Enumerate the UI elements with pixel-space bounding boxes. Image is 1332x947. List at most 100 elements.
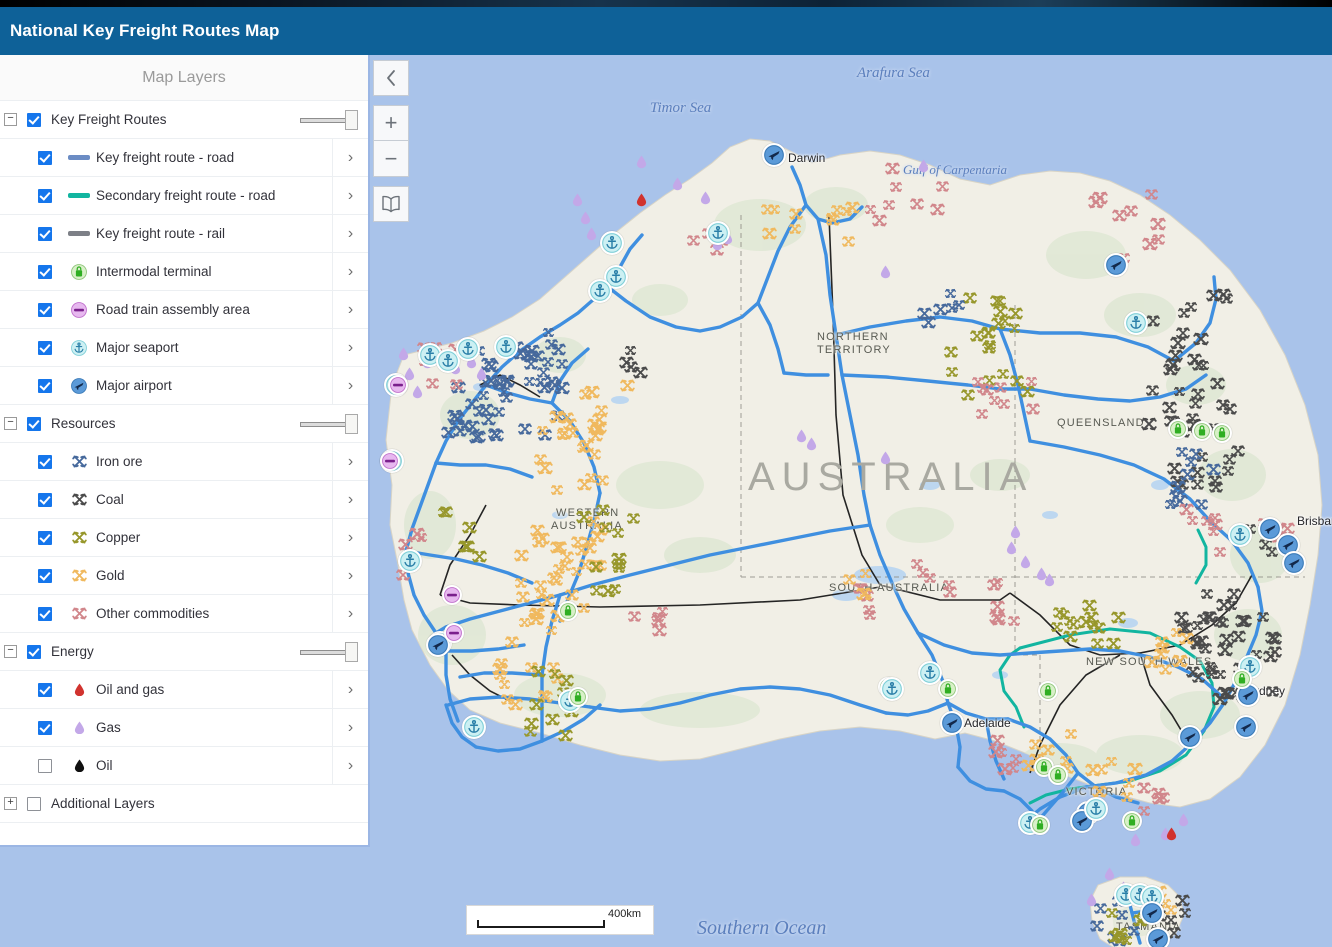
layer-row[interactable]: Coal› [0, 481, 368, 519]
map-road-train-pin[interactable] [444, 623, 464, 643]
layer-detail-chevron[interactable]: › [332, 367, 368, 404]
layer-checkbox[interactable] [38, 189, 52, 203]
layer-row[interactable]: Oil and gas› [0, 671, 368, 709]
layer-row[interactable]: Secondary freight route - road› [0, 177, 368, 215]
map-seaport-pin[interactable] [706, 221, 730, 245]
slider-handle[interactable] [345, 414, 358, 434]
layer-detail-chevron[interactable]: › [332, 253, 368, 290]
map-airport-pin[interactable] [1178, 725, 1202, 749]
map-road-train-pin[interactable] [442, 585, 462, 605]
layer-group-energy[interactable]: −Energy [0, 633, 368, 671]
map-airport-pin[interactable] [762, 143, 786, 167]
layer-checkbox[interactable] [38, 531, 52, 545]
map-airport-pin[interactable] [1104, 253, 1128, 277]
layer-checkbox[interactable] [38, 341, 52, 355]
layer-group-resources[interactable]: −Resources [0, 405, 368, 443]
slider-handle[interactable] [345, 642, 358, 662]
map-terminal-pin[interactable] [1212, 423, 1232, 443]
map-airport-pin[interactable] [1258, 517, 1282, 541]
layer-detail-chevron[interactable]: › [332, 329, 368, 366]
map-terminal-pin[interactable] [1168, 419, 1188, 439]
layer-row[interactable]: Oil› [0, 747, 368, 785]
layer-checkbox[interactable] [38, 721, 52, 735]
map-airport-pin[interactable] [1140, 901, 1164, 925]
layer-checkbox[interactable] [38, 759, 52, 773]
map-seaport-pin[interactable] [1228, 523, 1252, 547]
layer-checkbox[interactable] [38, 265, 52, 279]
layer-row[interactable]: Major seaport› [0, 329, 368, 367]
map-terminal-pin[interactable] [1232, 669, 1252, 689]
group-expand-toggle[interactable]: − [4, 645, 17, 658]
map-terminal-pin[interactable] [1122, 811, 1142, 831]
group-expand-toggle[interactable]: + [4, 797, 17, 810]
layer-detail-chevron[interactable]: › [332, 747, 368, 784]
layer-detail-chevron[interactable]: › [332, 481, 368, 518]
basemap-button[interactable] [373, 186, 409, 222]
group-opacity-slider[interactable] [300, 413, 362, 435]
map-airport-pin[interactable] [940, 711, 964, 735]
group-checkbox[interactable] [27, 645, 41, 659]
group-opacity-slider[interactable] [300, 641, 362, 663]
layer-checkbox[interactable] [38, 151, 52, 165]
group-expand-toggle[interactable]: − [4, 113, 17, 126]
layer-row[interactable]: Key freight route - rail› [0, 215, 368, 253]
zoom-controls[interactable]: + − [373, 105, 409, 177]
layer-detail-chevron[interactable]: › [332, 215, 368, 252]
collapse-panel-button[interactable] [373, 60, 409, 96]
map-seaport-pin[interactable] [456, 337, 480, 361]
layer-group-additional-layers[interactable]: +Additional Layers [0, 785, 368, 823]
map-seaport-pin[interactable] [1124, 311, 1148, 335]
layer-checkbox[interactable] [38, 455, 52, 469]
map-seaport-pin[interactable] [600, 231, 624, 255]
group-opacity-slider[interactable] [300, 109, 362, 131]
layer-checkbox[interactable] [38, 493, 52, 507]
layer-row[interactable]: Gold› [0, 557, 368, 595]
map-seaport-pin[interactable] [880, 677, 904, 701]
map-seaport-pin[interactable] [1084, 797, 1108, 821]
layer-row[interactable]: Copper› [0, 519, 368, 557]
zoom-in-button[interactable]: + [373, 105, 409, 141]
layer-checkbox[interactable] [38, 683, 52, 697]
layer-detail-chevron[interactable]: › [332, 139, 368, 176]
layer-row[interactable]: Gas› [0, 709, 368, 747]
map-terminal-pin[interactable] [938, 679, 958, 699]
layer-detail-chevron[interactable]: › [332, 557, 368, 594]
layer-row[interactable]: Key freight route - road› [0, 139, 368, 177]
map-seaport-pin[interactable] [918, 661, 942, 685]
map-seaport-pin[interactable] [588, 279, 612, 303]
group-checkbox[interactable] [27, 417, 41, 431]
layer-row[interactable]: Iron ore› [0, 443, 368, 481]
map-seaport-pin[interactable] [398, 549, 422, 573]
layer-detail-chevron[interactable]: › [332, 671, 368, 708]
layer-detail-chevron[interactable]: › [332, 519, 368, 556]
map-terminal-pin[interactable] [568, 687, 588, 707]
layer-row[interactable]: Other commodities› [0, 595, 368, 633]
layer-checkbox[interactable] [38, 227, 52, 241]
group-checkbox[interactable] [27, 113, 41, 127]
zoom-out-button[interactable]: − [373, 141, 409, 177]
map-road-train-pin[interactable] [388, 375, 408, 395]
map-terminal-pin[interactable] [558, 601, 578, 621]
map-terminal-pin[interactable] [1192, 421, 1212, 441]
layer-detail-chevron[interactable]: › [332, 595, 368, 632]
layer-checkbox[interactable] [38, 607, 52, 621]
layer-row[interactable]: Major airport› [0, 367, 368, 405]
layer-detail-chevron[interactable]: › [332, 709, 368, 746]
layer-detail-chevron[interactable]: › [332, 177, 368, 214]
layer-detail-chevron[interactable]: › [332, 291, 368, 328]
map-layers-panel[interactable]: Map Layers −Key Freight RoutesKey freigh… [0, 55, 370, 847]
layer-checkbox[interactable] [38, 379, 52, 393]
group-checkbox[interactable] [27, 797, 41, 811]
layer-list[interactable]: −Key Freight RoutesKey freight route - r… [0, 101, 368, 845]
map-terminal-pin[interactable] [1048, 765, 1068, 785]
map-airport-pin[interactable] [1234, 715, 1258, 739]
map-road-train-pin[interactable] [380, 451, 400, 471]
map-terminal-pin[interactable] [1030, 815, 1050, 835]
layer-detail-chevron[interactable]: › [332, 443, 368, 480]
map-seaport-pin[interactable] [494, 335, 518, 359]
layer-checkbox[interactable] [38, 303, 52, 317]
map-seaport-pin[interactable] [462, 715, 486, 739]
map-airport-pin[interactable] [1146, 927, 1170, 947]
layer-row[interactable]: Intermodal terminal› [0, 253, 368, 291]
layer-group-key-freight-routes[interactable]: −Key Freight Routes [0, 101, 368, 139]
